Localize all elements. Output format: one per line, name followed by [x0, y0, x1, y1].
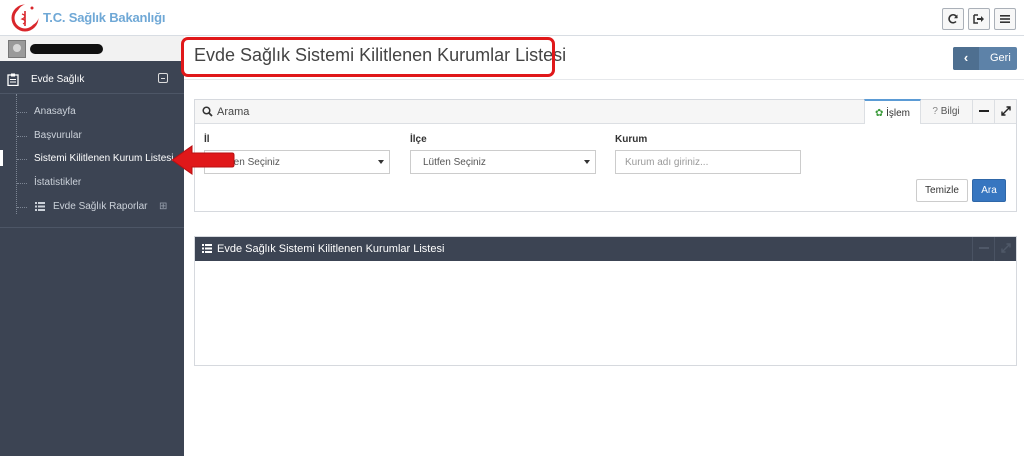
results-panel-header: Evde Sağlık Sistemi Kilitlenen Kurumlar … [195, 237, 1016, 261]
question-icon: ? [932, 106, 938, 117]
refresh-button[interactable] [942, 8, 964, 30]
kurum-label: Kurum [615, 134, 648, 145]
user-profile[interactable] [0, 36, 184, 61]
crescent-logo-icon [10, 2, 40, 32]
gear-icon: ✿ [874, 108, 884, 119]
sidebar-item-label: Sistemi Kilitlenen Kurum Listesi [34, 153, 174, 164]
tab-label: Bilgi [940, 106, 960, 117]
minus-square-icon[interactable] [158, 73, 168, 83]
clear-button[interactable]: Temizle [916, 179, 968, 202]
search-button[interactable]: Ara [972, 179, 1006, 202]
tab-islem[interactable]: ✿ İşlem [864, 99, 921, 124]
kurum-input[interactable] [615, 150, 801, 174]
search-panel-title: Arama [217, 106, 250, 118]
expand-icon [1001, 243, 1011, 253]
expand-icon [1001, 106, 1011, 116]
sidebar-item-label: Anasayfa [34, 106, 76, 117]
results-panel: Evde Sağlık Sistemi Kilitlenen Kurumlar … [194, 236, 1017, 366]
search-panel: Arama ✿ İşlem ? Bilgi İl Lütfen Seçiniz … [194, 99, 1017, 212]
sidebar-item-basvurular[interactable]: Başvurular [0, 125, 184, 147]
sidebar-item-label: Evde Sağlık Raporlar [53, 201, 148, 212]
divider [0, 227, 184, 228]
caret-down-icon [378, 160, 384, 164]
fullscreen-button[interactable] [994, 237, 1016, 261]
hamburger-menu-icon [1000, 15, 1010, 23]
plus-square-icon[interactable]: ⊞ [159, 202, 168, 212]
list-icon [35, 202, 45, 211]
collapse-button[interactable] [972, 100, 994, 124]
logout-button[interactable] [968, 8, 990, 30]
ministry-logo[interactable]: T.C. Sağlık Bakanlığı [10, 2, 165, 32]
annotation-arrow [171, 145, 235, 175]
sidebar-section-label: Evde Sağlık [31, 74, 85, 85]
redacted-user-name [30, 44, 103, 54]
sidebar-item-anasayfa[interactable]: Anasayfa [0, 101, 184, 123]
brand-name: T.C. Sağlık Bakanlığı [43, 9, 166, 25]
search-icon [202, 106, 213, 117]
collapse-button[interactable] [972, 237, 994, 261]
sign-out-icon [973, 14, 984, 24]
sidebar-item-raporlar[interactable]: Evde Sağlık Raporlar ⊞ [0, 196, 184, 218]
sidebar-item-kilitlenen-kurum-listesi[interactable]: Sistemi Kilitlenen Kurum Listesi [0, 148, 184, 170]
sidebar-item-label: Başvurular [34, 130, 82, 141]
ilce-label: İlçe [410, 134, 427, 145]
sidebar-item-istatistikler[interactable]: İstatistikler [0, 172, 184, 194]
search-panel-header: Arama ✿ İşlem ? Bilgi [195, 99, 1016, 124]
back-button-label: Geri [990, 52, 1011, 64]
sidebar-item-label: İstatistikler [34, 177, 82, 188]
sidebar-section-evde-saglik[interactable]: Evde Sağlık [0, 66, 184, 94]
refresh-icon [948, 14, 958, 24]
minus-icon [979, 247, 989, 249]
ilce-select[interactable]: Lütfen Seçiniz [410, 150, 596, 174]
highlight-annotation-box [181, 37, 555, 77]
fullscreen-button[interactable] [994, 100, 1016, 124]
top-bar: T.C. Sağlık Bakanlığı [0, 0, 1024, 36]
chevron-left-icon: ‹ [953, 47, 979, 70]
menu-button[interactable] [994, 8, 1016, 30]
sidebar: Evde Sağlık Anasayfa Başvurular Sistemi … [0, 36, 184, 456]
tab-label: İşlem [886, 108, 911, 119]
active-marker [0, 150, 3, 166]
caret-down-icon [584, 160, 590, 164]
list-icon [202, 244, 212, 253]
minus-icon [979, 110, 989, 112]
avatar [8, 40, 26, 58]
tab-bilgi[interactable]: ? Bilgi [924, 99, 968, 124]
clipboard-icon [7, 73, 19, 86]
ilce-select-value: Lütfen Seçiniz [423, 157, 486, 168]
results-panel-title: Evde Sağlık Sistemi Kilitlenen Kurumlar … [217, 243, 445, 255]
back-button[interactable]: ‹ Geri [953, 47, 1017, 70]
